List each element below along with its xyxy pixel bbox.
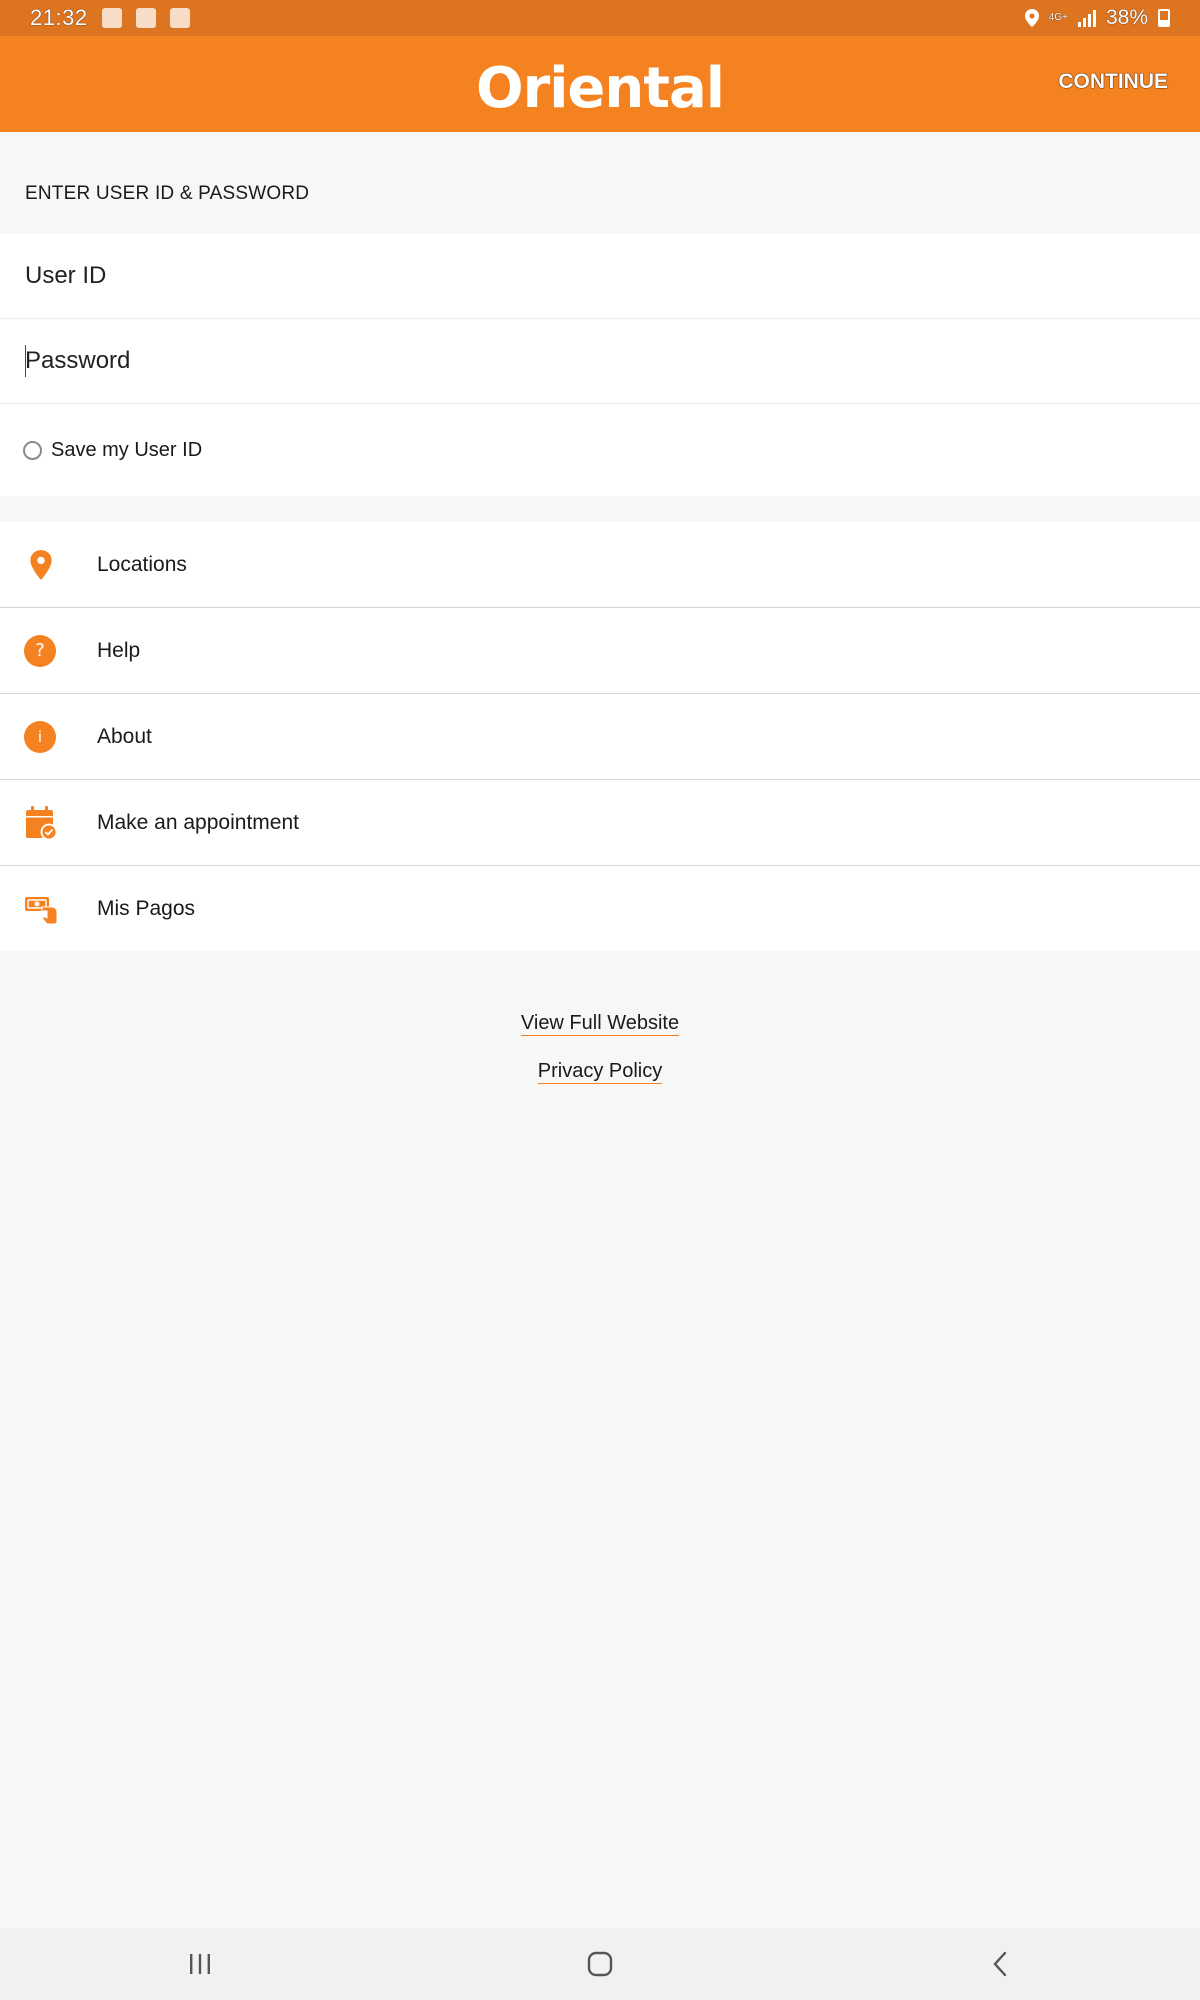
back-button[interactable] (940, 1934, 1060, 1994)
battery-icon (1158, 9, 1170, 27)
user-id-row (0, 234, 1200, 319)
app-header: Oriental CONTINUE (0, 36, 1200, 132)
menu-item-appointment[interactable]: Make an appointment (0, 780, 1200, 866)
battery-percent: 38% (1105, 6, 1148, 29)
help-icon: ? (24, 634, 56, 667)
menu-item-mis-pagos[interactable]: Mis Pagos (0, 866, 1200, 951)
menu-item-help[interactable]: ? Help (0, 608, 1200, 694)
menu-label-appointment: Make an appointment (97, 810, 299, 834)
payment-hand-icon (25, 896, 58, 924)
recent-apps-button[interactable] (140, 1934, 260, 1994)
view-full-website-link[interactable]: View Full Website (520, 1012, 680, 1036)
signal-icon (1077, 9, 1096, 27)
menu-label-about: About (97, 724, 152, 748)
password-input[interactable] (25, 347, 1200, 375)
wifi-icon (169, 8, 190, 28)
user-id-input[interactable] (25, 262, 1200, 290)
home-icon (587, 1951, 613, 1977)
location-icon (1024, 9, 1039, 27)
save-user-id-row[interactable]: Save my User ID (0, 404, 1200, 496)
menu-label-help: Help (97, 638, 141, 662)
status-time: 21:32 (30, 5, 88, 30)
oriental-logo: Oriental (475, 56, 725, 121)
gallery-icon (101, 8, 122, 28)
status-bar: 21:32 4G+ 38% (0, 0, 1200, 36)
info-icon: i (24, 720, 56, 753)
calendar-check-icon (26, 805, 58, 840)
home-button[interactable] (540, 1934, 660, 1994)
menu-label-locations: Locations (97, 552, 187, 576)
privacy-policy-link[interactable]: Privacy Policy (537, 1060, 663, 1084)
menu-item-about[interactable]: i About (0, 694, 1200, 780)
privacy-row: Privacy Policy (0, 1060, 1200, 1084)
login-section-title: ENTER USER ID & PASSWORD (25, 183, 310, 204)
save-user-id-radio[interactable] (23, 440, 42, 460)
network-type: 4G+ (1048, 12, 1068, 23)
menu-list: Locations ? Help i About Make an appoint… (0, 522, 1200, 951)
login-form: Save my User ID (0, 234, 1200, 496)
password-row (0, 319, 1200, 404)
menu-label-mis-pagos: Mis Pagos (97, 896, 196, 920)
system-nav-bar (0, 1928, 1200, 2000)
back-icon (993, 1951, 1007, 1977)
location-pin-icon (30, 549, 52, 580)
full-website-row: View Full Website (0, 1012, 1200, 1036)
continue-button[interactable]: CONTINUE (1058, 70, 1168, 94)
recent-apps-icon (190, 1954, 210, 1974)
menu-item-locations[interactable]: Locations (0, 522, 1200, 608)
app-notification-icon (135, 8, 156, 28)
save-user-id-label: Save my User ID (51, 438, 203, 461)
status-right: 4G+ 38% (1024, 6, 1170, 30)
